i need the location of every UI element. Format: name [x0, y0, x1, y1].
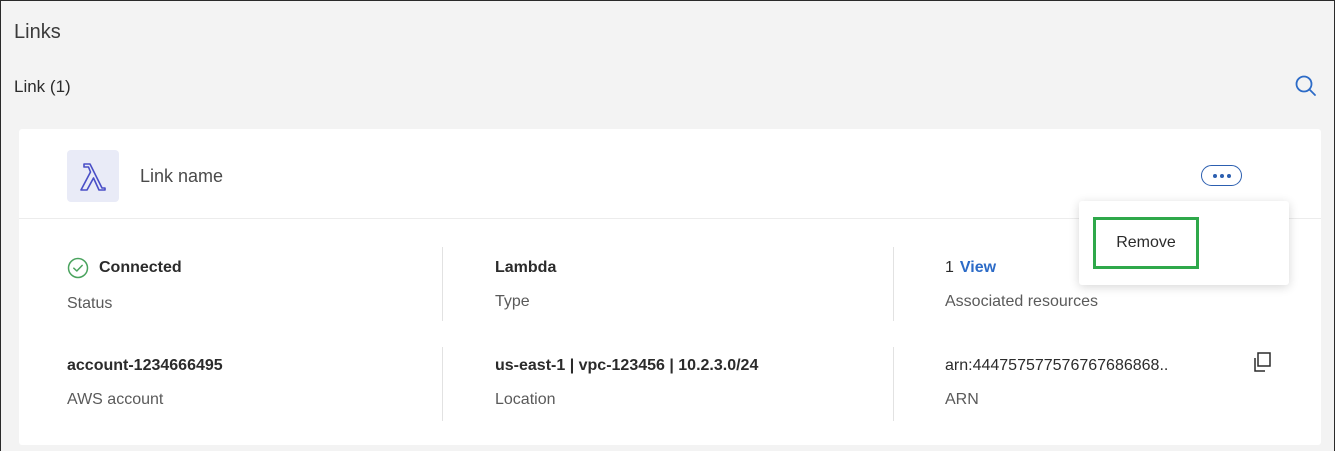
arn-value: arn:444757577576767686868.. — [945, 357, 1169, 374]
page-title: Links — [14, 21, 61, 43]
check-circle-icon — [67, 257, 89, 279]
associated-label: Associated resources — [945, 293, 1098, 310]
associated-count: 1 — [945, 259, 954, 276]
lambda-icon — [67, 150, 119, 202]
link-card: Link name Connected Status Lambda Type 1… — [19, 129, 1321, 445]
status-value: Connected — [99, 259, 182, 276]
account-value: account-1234666495 — [67, 357, 223, 374]
account-label: AWS account — [67, 391, 164, 408]
section-title: Link (1) — [14, 77, 71, 96]
link-name: Link name — [140, 166, 224, 186]
links-panel: Links Link (1) Link name Connected Statu… — [0, 0, 1335, 451]
search-icon[interactable] — [1293, 73, 1319, 99]
column-divider — [893, 347, 894, 421]
account-cell: account-1234666495 AWS account — [67, 357, 223, 409]
arn-cell: arn:444757577576767686868.. ARN — [945, 357, 1168, 409]
location-cell: us-east-1 | vpc-123456 | 10.2.3.0/24 Loc… — [495, 357, 758, 409]
actions-menu: Remove — [1079, 201, 1289, 285]
column-divider — [893, 247, 894, 321]
column-divider — [442, 247, 443, 321]
status-cell: Connected Status — [67, 257, 182, 313]
more-icon[interactable] — [1201, 165, 1242, 186]
type-label: Type — [495, 293, 530, 310]
copy-icon[interactable] — [1251, 351, 1273, 373]
associated-cell: 1 View Associated resources — [945, 259, 1098, 311]
arn-label: ARN — [945, 391, 979, 408]
location-value: us-east-1 | vpc-123456 | 10.2.3.0/24 — [495, 357, 759, 374]
type-cell: Lambda Type — [495, 259, 556, 311]
remove-menu-item[interactable]: Remove — [1093, 217, 1199, 269]
status-label: Status — [67, 295, 113, 312]
view-link[interactable]: View — [960, 259, 996, 276]
column-divider — [442, 347, 443, 421]
type-value: Lambda — [495, 259, 557, 276]
location-label: Location — [495, 391, 556, 408]
